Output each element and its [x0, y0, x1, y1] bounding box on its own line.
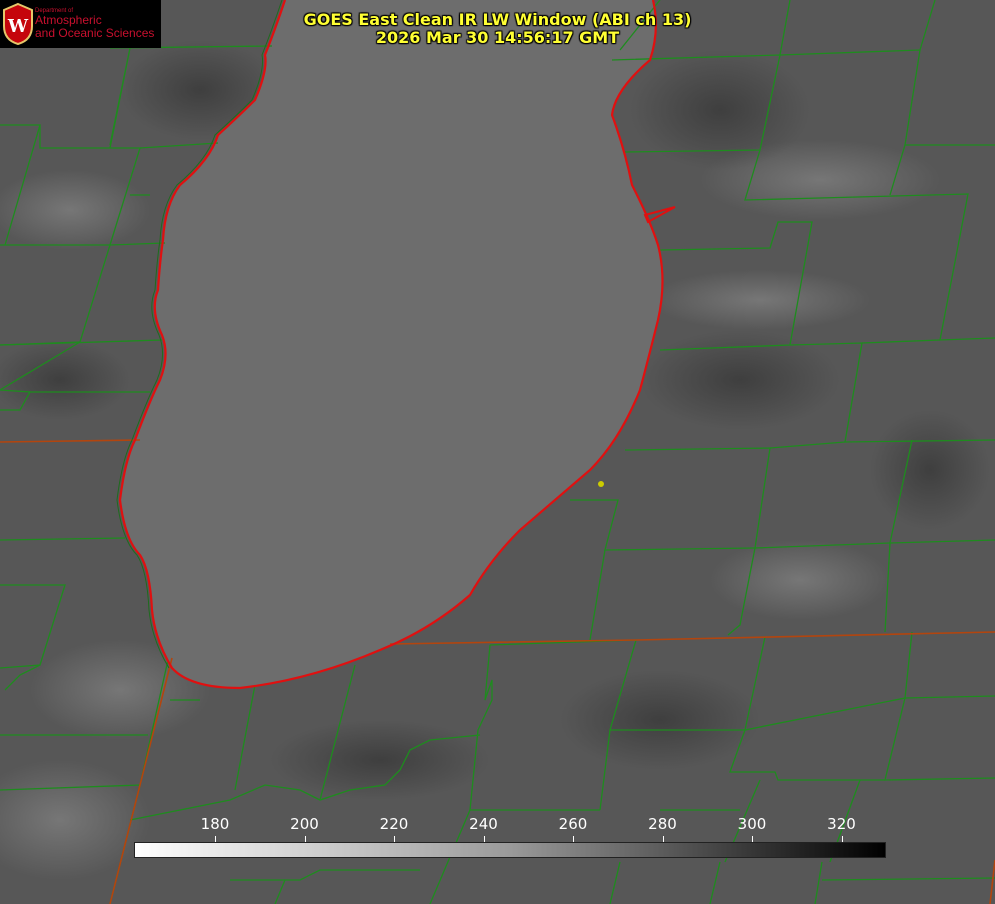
location-marker	[598, 481, 604, 487]
satellite-map	[0, 0, 995, 904]
colorbar-tick-label: 280	[648, 815, 677, 833]
title-product: GOES East Clean IR LW Window (ABI ch 13)	[303, 10, 692, 29]
colorbar	[134, 842, 886, 858]
colorbar-tick-label: 260	[558, 815, 588, 833]
colorbar-tick-mark	[662, 836, 664, 842]
colorbar-tick-mark	[573, 836, 574, 842]
colorbar-tick-mark	[215, 836, 216, 842]
colorbar-tick-label: 300	[737, 815, 767, 833]
colorbar-tick-label: 200	[290, 815, 319, 833]
title-timestamp: 2026 Mar 30 14:56:17 GMT	[375, 28, 620, 47]
colorbar-tick-mark	[394, 836, 395, 842]
image-title: GOES East Clean IR LW Window (ABI ch 13)…	[0, 11, 995, 47]
colorbar-tick-mark	[752, 836, 753, 842]
colorbar-tick-label: 240	[469, 815, 498, 833]
colorbar-tick-label: 180	[200, 815, 230, 833]
colorbar-tick-mark	[483, 836, 485, 842]
colorbar-tick-mark	[841, 836, 843, 842]
colorbar-tick-mark	[304, 836, 306, 842]
satellite-image-viewer: W Department of Atmospheric and Oceanic …	[0, 0, 995, 904]
colorbar-tick-label: 220	[379, 815, 409, 833]
colorbar-tick-label: 320	[827, 815, 856, 833]
